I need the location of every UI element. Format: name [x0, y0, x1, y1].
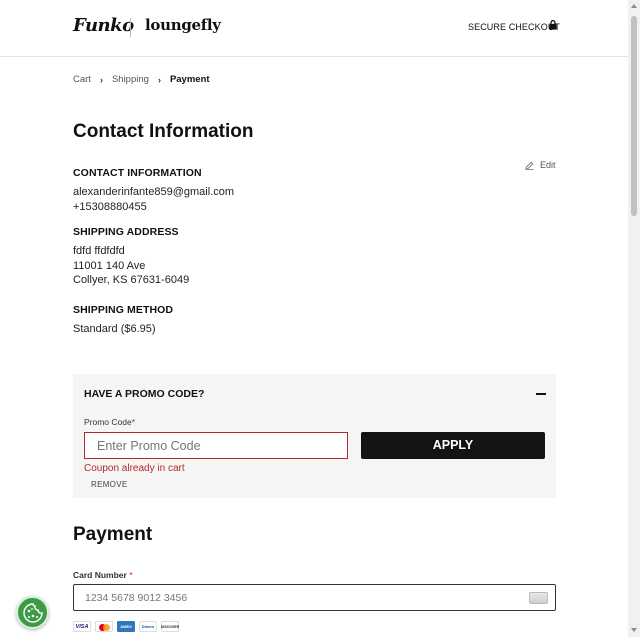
- chevron-right-icon: ›: [99, 74, 103, 85]
- credit-card-icon: [529, 592, 548, 604]
- lock-icon: [549, 20, 557, 30]
- card-number-input[interactable]: [73, 584, 556, 611]
- mastercard-icon: [95, 621, 113, 632]
- scroll-down-arrow-icon[interactable]: [631, 628, 637, 632]
- collapse-minus-icon[interactable]: [536, 393, 546, 395]
- shipping-city: Collyer, KS 67631-6049: [73, 274, 190, 286]
- discover-icon: DISCOVER: [161, 621, 179, 632]
- visa-icon: VISA: [73, 621, 91, 632]
- promo-panel-title[interactable]: HAVE A PROMO CODE?: [84, 388, 204, 400]
- shipping-street: 11001 140 Ave: [73, 260, 146, 272]
- shipping-address-title: SHIPPING ADDRESS: [73, 226, 179, 238]
- contact-email: alexanderinfante859@gmail.com: [73, 186, 234, 198]
- secure-checkout-label: SECURE CHECKOUT: [468, 22, 561, 32]
- breadcrumb: Cart › Shipping › Payment: [73, 74, 210, 85]
- contact-phone: +15308880455: [73, 201, 147, 213]
- promo-code-panel: HAVE A PROMO CODE? Promo Code* APPLY Cou…: [73, 374, 556, 498]
- card-brands: VISA AMEX Diners DISCOVER: [73, 621, 179, 632]
- cookie-icon: [22, 602, 43, 623]
- apply-button[interactable]: APPLY: [361, 432, 545, 459]
- required-mark: *: [129, 570, 133, 580]
- loungefly-logo[interactable]: loungefly: [145, 16, 221, 34]
- scroll-up-arrow-icon[interactable]: [631, 4, 637, 8]
- chevron-right-icon: ›: [157, 74, 161, 85]
- diners-icon: Diners: [139, 621, 157, 632]
- promo-code-label: Promo Code*: [84, 417, 135, 427]
- cookie-settings-button[interactable]: [16, 596, 49, 629]
- shipping-method-value: Standard ($6.95): [73, 323, 156, 335]
- promo-error-message: Coupon already in cart: [84, 463, 185, 474]
- promo-label-text: Promo Code: [84, 417, 132, 427]
- required-mark: *: [131, 417, 136, 427]
- edit-button[interactable]: Edit: [525, 160, 556, 170]
- shipping-method-title: SHIPPING METHOD: [73, 304, 174, 316]
- remove-coupon-link[interactable]: REMOVE: [91, 480, 127, 489]
- payment-title: Payment: [73, 524, 153, 545]
- edit-label: Edit: [540, 160, 556, 170]
- logo-divider: [130, 18, 131, 37]
- shipping-name: fdfd ffdfdfd: [73, 245, 125, 257]
- site-header: Funko loungefly SECURE CHECKOUT: [0, 0, 628, 57]
- breadcrumb-shipping[interactable]: Shipping: [112, 74, 149, 85]
- amex-icon: AMEX: [117, 621, 135, 632]
- breadcrumb-payment: Payment: [169, 74, 210, 85]
- card-label-text: Card Number: [73, 570, 127, 580]
- contact-section-title: CONTACT INFORMATION: [73, 167, 202, 179]
- pencil-icon: [525, 161, 534, 170]
- breadcrumb-cart[interactable]: Cart: [73, 74, 91, 85]
- card-number-label: Card Number *: [73, 570, 133, 580]
- page-title: Contact Information: [73, 121, 254, 142]
- promo-code-input[interactable]: [84, 432, 348, 459]
- scrollbar-thumb[interactable]: [631, 16, 637, 216]
- funko-logo[interactable]: Funko: [73, 15, 134, 36]
